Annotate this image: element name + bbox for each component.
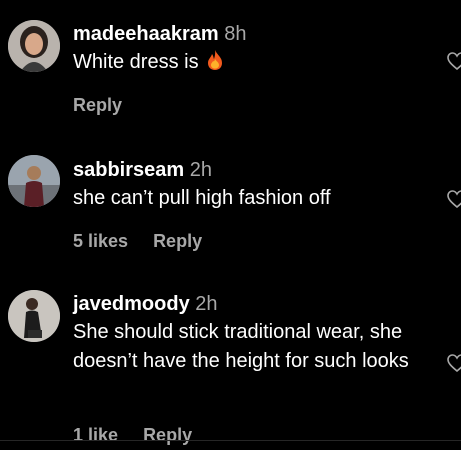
avatar[interactable] (8, 290, 60, 342)
comment-actions: Reply (73, 94, 142, 116)
like-heart-icon[interactable] (447, 190, 461, 208)
reply-button[interactable]: Reply (153, 231, 202, 251)
avatar-photo (8, 20, 60, 72)
comment-header: javedmoody 2h (73, 292, 218, 316)
avatar-photo (8, 290, 60, 342)
username[interactable]: madeehaakram (73, 23, 219, 45)
username[interactable]: sabbirseam (73, 159, 184, 181)
comment-header: madeehaakram 8h (73, 22, 246, 46)
avatar[interactable] (8, 155, 60, 207)
likes-count[interactable]: 1 like (73, 425, 118, 445)
avatar[interactable] (8, 20, 60, 72)
likes-count[interactable]: 5 likes (73, 231, 128, 251)
timestamp: 8h (224, 23, 247, 45)
like-heart-icon[interactable] (447, 354, 461, 372)
comment-text: she can’t pull high fashion off (73, 187, 331, 209)
comment-actions: 1 like Reply (73, 424, 212, 446)
comment-text: White dress is (73, 48, 433, 77)
comment-actions: 5 likes Reply (73, 230, 222, 252)
avatar-photo (8, 155, 60, 207)
divider (0, 440, 461, 441)
timestamp: 2h (189, 159, 212, 181)
timestamp: 2h (195, 293, 218, 315)
comment-header: sabbirseam 2h (73, 158, 212, 182)
reply-button[interactable]: Reply (73, 95, 122, 115)
comment-text: She should stick traditional wear, she d… (73, 321, 409, 372)
fire-emoji-icon (208, 50, 223, 70)
username[interactable]: javedmoody (73, 293, 190, 315)
reply-button[interactable]: Reply (143, 425, 192, 445)
like-heart-icon[interactable] (447, 52, 461, 70)
